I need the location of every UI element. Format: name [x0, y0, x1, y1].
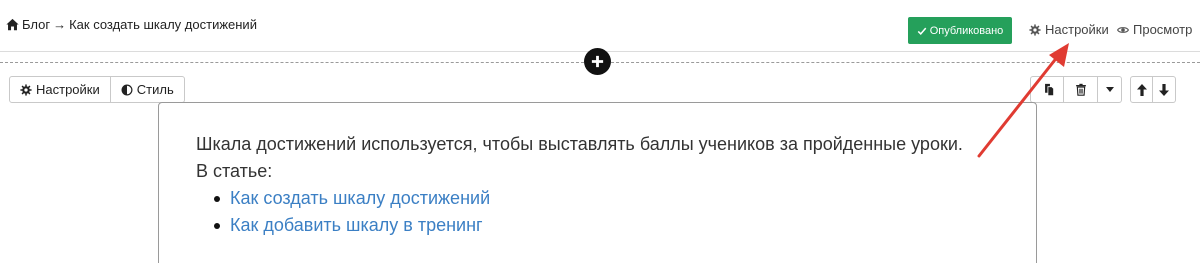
top-bar: Блог → Как создать шкалу достижений Опуб…	[0, 0, 1200, 52]
home-icon[interactable]	[6, 18, 19, 31]
in-article-label: В статье:	[196, 161, 273, 181]
link-create-scale[interactable]: Как создать шкалу достижений	[230, 185, 490, 212]
preview-link[interactable]: Просмотр	[1117, 22, 1192, 37]
breadcrumb: Блог → Как создать шкалу достижений	[6, 17, 257, 32]
check-icon	[917, 27, 927, 35]
text-block-content: Шкала достижений используется, чтобы выс…	[196, 131, 963, 239]
block-style-tab[interactable]: Стиль	[110, 76, 185, 103]
caret-down-icon	[1105, 87, 1114, 92]
block-more-dropdown[interactable]	[1098, 76, 1122, 103]
breadcrumb-current-page: Как создать шкалу достижений	[69, 17, 257, 32]
contrast-icon	[121, 84, 133, 95]
article-links-list: Как создать шкалу достижений Как добавит…	[214, 185, 963, 239]
add-block-button[interactable]	[584, 48, 611, 75]
duplicate-block-button[interactable]	[1030, 76, 1064, 103]
breadcrumb-separator: →	[53, 17, 67, 32]
list-item: Как создать шкалу достижений	[214, 185, 963, 212]
published-status-label: Опубликовано	[929, 24, 1004, 37]
arrow-up-icon	[1136, 83, 1147, 96]
block-style-label: Стиль	[136, 82, 174, 97]
page-settings-label: Настройки	[1045, 22, 1109, 37]
intro-paragraph: Шкала достижений используется, чтобы выс…	[196, 134, 963, 154]
block-move-group	[1130, 76, 1176, 103]
bullet	[214, 195, 220, 202]
bullet	[214, 222, 220, 229]
arrow-down-icon	[1159, 83, 1169, 96]
page-settings-link[interactable]: Настройки	[1029, 22, 1109, 37]
block-actions-group	[1030, 76, 1122, 103]
link-add-scale-to-training[interactable]: Как добавить шкалу в тренинг	[230, 212, 483, 239]
eye-icon	[1117, 26, 1129, 33]
breadcrumb-section-link[interactable]: Блог	[22, 17, 50, 32]
move-block-down-button[interactable]	[1153, 76, 1176, 103]
move-block-up-button[interactable]	[1130, 76, 1153, 103]
block-settings-tab[interactable]: Настройки	[9, 76, 111, 103]
delete-block-button[interactable]	[1064, 76, 1098, 103]
preview-label: Просмотр	[1133, 22, 1193, 37]
gear-icon	[20, 83, 32, 96]
block-settings-label: Настройки	[36, 82, 100, 97]
plus-icon	[591, 55, 604, 68]
block-tabs: Настройки Стиль	[9, 76, 185, 103]
copy-icon	[1044, 83, 1053, 96]
list-item: Как добавить шкалу в тренинг	[214, 212, 963, 239]
published-status-button[interactable]: Опубликовано	[908, 17, 1012, 44]
trash-icon	[1075, 83, 1086, 96]
gear-icon	[1029, 23, 1041, 36]
